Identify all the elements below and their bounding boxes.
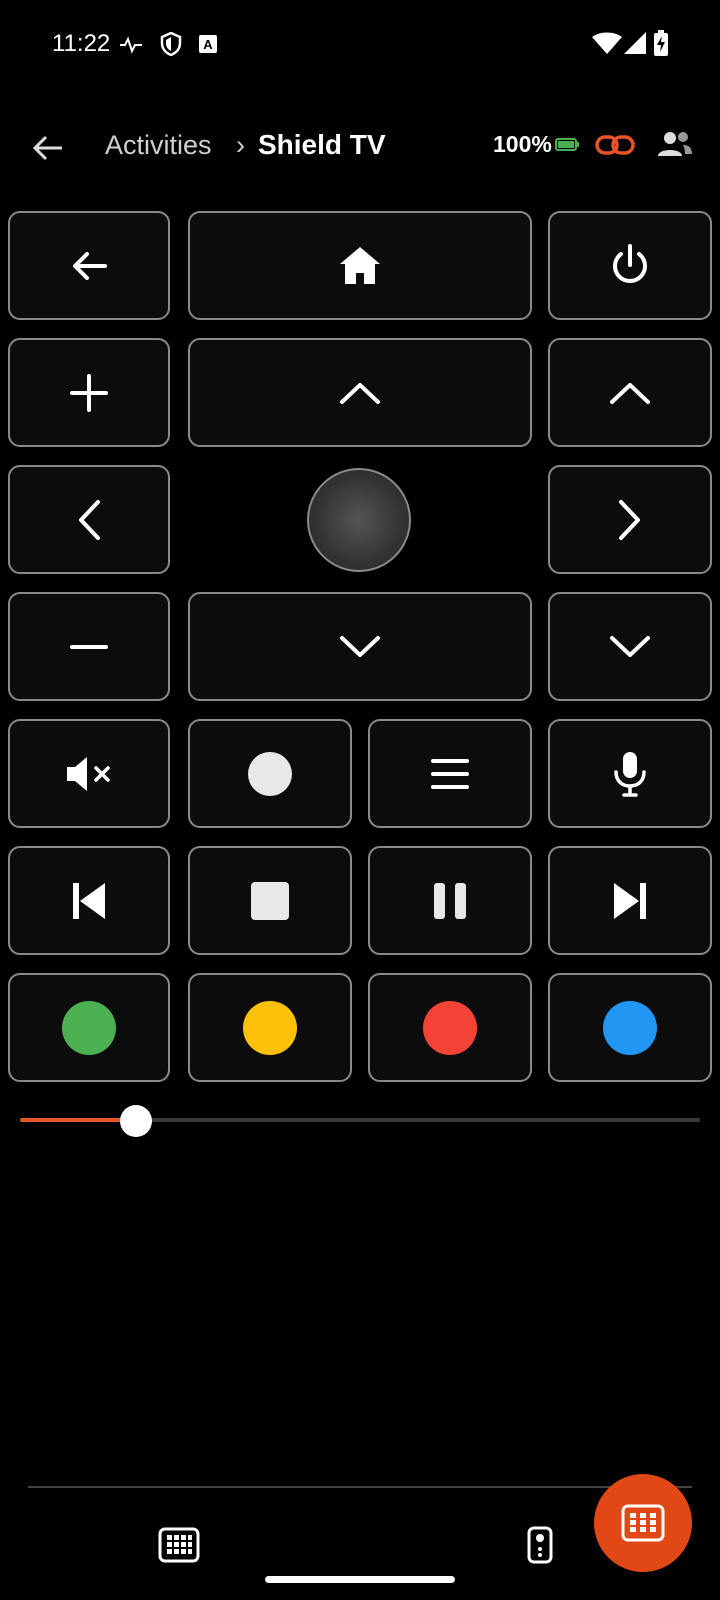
- slider-fill: [20, 1118, 136, 1122]
- dpad-right-button[interactable]: [548, 465, 712, 574]
- slider-thumb[interactable]: [119, 1105, 152, 1137]
- skip-next-icon: [614, 882, 646, 919]
- chevron-up-icon: [610, 382, 650, 404]
- chevron-down-icon: [610, 635, 650, 657]
- plus-icon: [70, 373, 108, 412]
- link-icon[interactable]: [595, 134, 635, 156]
- record-button[interactable]: [188, 719, 352, 828]
- mute-icon: [67, 756, 110, 791]
- chevron-right-icon: [619, 499, 640, 540]
- wifi-icon: [592, 32, 622, 54]
- yellow-dot: [243, 1000, 297, 1055]
- power-icon: [613, 243, 647, 283]
- dpad-down-button[interactable]: [188, 592, 532, 701]
- battery-level: 100%: [493, 131, 552, 157]
- back-arrow-icon[interactable]: [28, 128, 68, 168]
- stop-button[interactable]: [188, 846, 352, 955]
- gesture-home-indicator[interactable]: [265, 1576, 455, 1583]
- home-button[interactable]: [188, 211, 532, 320]
- header-bar: Activities › Shield TV 100%: [0, 110, 720, 185]
- users-icon[interactable]: [657, 130, 693, 158]
- chevron-left-icon: [79, 499, 100, 540]
- grid-icon: [621, 1504, 665, 1542]
- breadcrumb-separator: ›: [236, 130, 245, 160]
- voice-button[interactable]: [548, 719, 712, 828]
- minus-icon: [70, 644, 108, 649]
- volume-down-button[interactable]: [8, 592, 170, 701]
- pause-button[interactable]: [368, 846, 532, 955]
- status-bar: 11:22 A: [0, 0, 720, 90]
- red-button[interactable]: [368, 973, 532, 1082]
- remote-icon[interactable]: [527, 1526, 553, 1564]
- previous-button[interactable]: [8, 846, 170, 955]
- breadcrumb-current: Shield TV: [258, 129, 386, 160]
- volume-slider[interactable]: [20, 1105, 700, 1137]
- pause-icon: [434, 882, 466, 919]
- red-dot: [423, 1000, 477, 1055]
- stop-icon: [251, 881, 289, 920]
- chevron-down-icon: [340, 635, 380, 657]
- back-button[interactable]: [8, 211, 170, 320]
- menu-icon: [431, 758, 469, 789]
- translate-icon: A: [199, 35, 217, 53]
- microphone-icon: [614, 751, 646, 797]
- next-button[interactable]: [548, 846, 712, 955]
- dpad-up-button[interactable]: [188, 338, 532, 447]
- power-button[interactable]: [548, 211, 712, 320]
- green-dot: [62, 1000, 116, 1055]
- skip-previous-icon: [73, 882, 105, 919]
- svg-text:A: A: [203, 37, 213, 52]
- keypad-icon[interactable]: [158, 1527, 200, 1563]
- channel-up-button[interactable]: [548, 338, 712, 447]
- record-icon: [248, 751, 292, 796]
- blue-button[interactable]: [548, 973, 712, 1082]
- grid-fab-button[interactable]: [594, 1474, 692, 1572]
- volume-up-button[interactable]: [8, 338, 170, 447]
- green-button[interactable]: [8, 973, 170, 1082]
- battery-icon: [555, 138, 579, 151]
- bottom-divider: [28, 1486, 692, 1488]
- yellow-button[interactable]: [188, 973, 352, 1082]
- channel-down-button[interactable]: [548, 592, 712, 701]
- touchpad[interactable]: [307, 468, 411, 572]
- home-icon: [340, 246, 380, 284]
- battery-charging-icon: [654, 30, 668, 56]
- mute-button[interactable]: [8, 719, 170, 828]
- shield-icon: [160, 32, 182, 56]
- status-time: 11:22: [52, 30, 111, 57]
- dpad-left-button[interactable]: [8, 465, 170, 574]
- back-arrow-icon: [73, 251, 107, 280]
- breadcrumb-parent[interactable]: Activities: [105, 130, 212, 161]
- signal-icon: [624, 32, 646, 54]
- menu-button[interactable]: [368, 719, 532, 828]
- activity-icon: [120, 36, 142, 54]
- chevron-up-icon: [340, 382, 380, 404]
- blue-dot: [603, 1000, 657, 1055]
